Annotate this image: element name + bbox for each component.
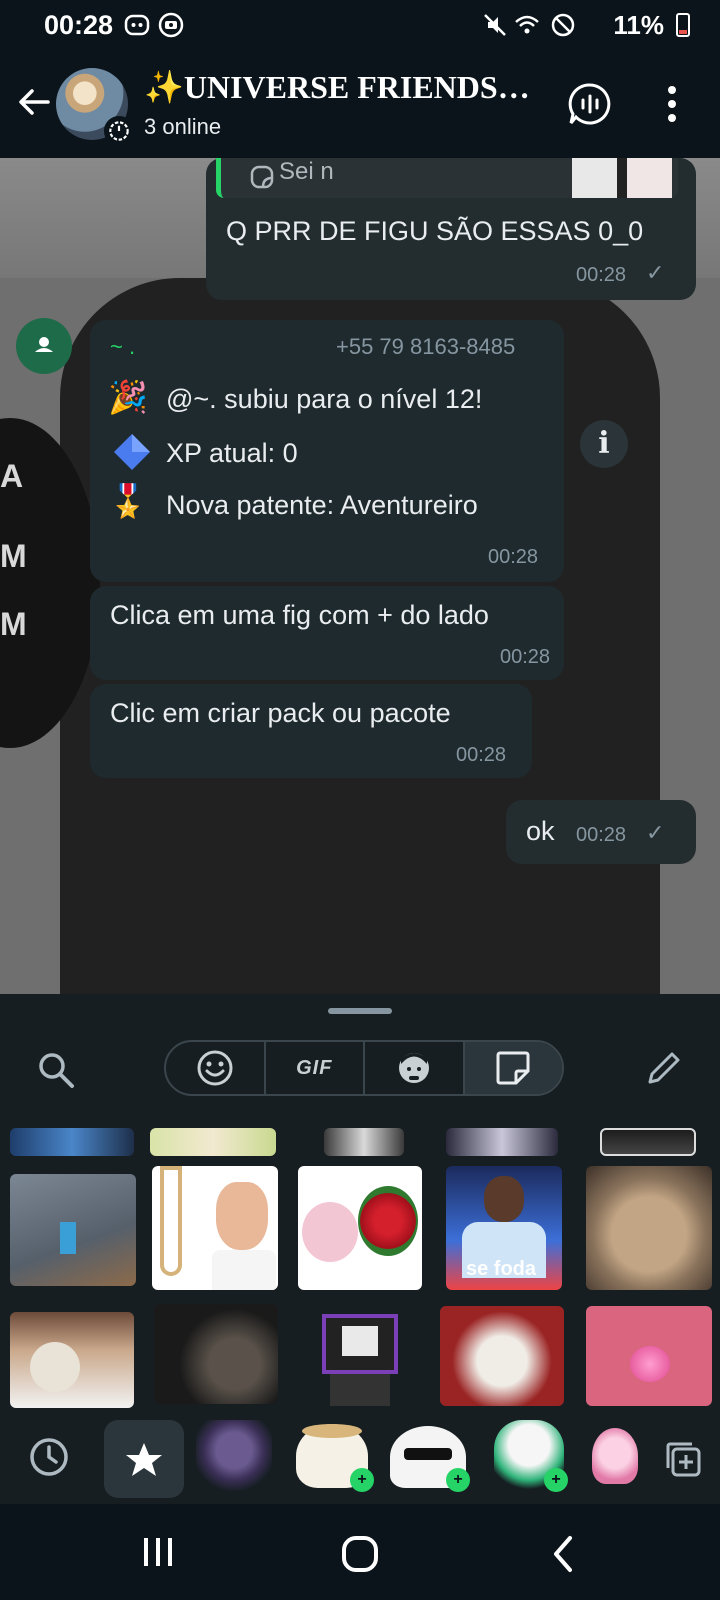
outgoing-message-bubble[interactable]: Sei n Q PRR DE FIGU SÃO ESSAS 0_0 00:28 … [206,158,696,300]
message-time: 00:28 [456,744,507,766]
wifi-icon [515,15,539,34]
discord-notification-icon [124,14,150,36]
battery-icon [676,13,690,37]
incoming-message-bubble[interactable]: Clic em criar pack ou pacote 00:28 [90,684,532,778]
panel-tab-selector: GIF [164,1040,564,1096]
sticker[interactable] [150,1128,276,1156]
incoming-message-bubble[interactable]: ~ . +55 79 8163-8485 🎉 @~. subiu para o … [90,320,564,582]
sender-phone[interactable]: +55 79 8163-8485 [336,334,515,360]
sticker-pack-thumbnail[interactable] [592,1428,638,1484]
outgoing-message-bubble[interactable]: ok 00:28 ✓ [506,800,696,864]
message-text: Clic em criar pack ou pacote [110,698,451,728]
tab-stickers[interactable] [464,1042,562,1094]
add-pack-plus-icon[interactable]: + [350,1468,374,1492]
sticker-quote-icon [250,165,274,189]
home-icon[interactable] [340,1534,380,1574]
sticker[interactable] [440,1306,564,1406]
info-icon[interactable]: i [580,420,628,468]
add-pack-plus-icon[interactable]: + [446,1468,470,1492]
sender-name[interactable]: ~ . [110,334,135,360]
sticker[interactable] [10,1312,134,1408]
add-sticker-pack-icon[interactable] [664,1440,702,1478]
sticker[interactable] [600,1128,696,1156]
message-time: 00:28 [500,646,551,668]
xp-text: XP atual: 0 [166,438,298,468]
message-time: 00:28 [488,546,539,568]
more-options-icon[interactable] [664,82,680,126]
sticker[interactable] [10,1128,134,1156]
group-title[interactable]: ✨UNIVERSE FRIENDS… [144,68,530,106]
recent-clock-icon[interactable] [28,1436,70,1478]
sent-check-icon: ✓ [646,820,665,845]
add-pack-plus-icon[interactable]: + [544,1468,568,1492]
sticker[interactable] [300,1304,420,1414]
sticker[interactable]: se foda [446,1166,562,1290]
quoted-text: Sei n [279,158,334,185]
incoming-message-bubble[interactable]: Clica em uma fig com + do lado 00:28 [90,586,564,680]
rank-text: Nova patente: Aventureiro [166,490,478,520]
sticker[interactable] [10,1174,136,1286]
sticker-icon [496,1051,530,1085]
sticker-pack-tray: + + + [0,1412,720,1504]
panel-drag-handle[interactable] [328,1008,392,1014]
sticker[interactable] [298,1166,422,1290]
system-navigation-bar [0,1504,720,1600]
message-text: ok [526,816,555,846]
sticker[interactable] [154,1304,278,1404]
timer-badge-icon [104,116,134,146]
message-text: Q PRR DE FIGU SÃO ESSAS 0_0 [226,216,644,246]
tab-emoji[interactable] [166,1042,266,1094]
sticker[interactable] [324,1128,404,1156]
chat-header: ✨UNIVERSE FRIENDS… 3 online [0,52,720,158]
default-user-icon [35,337,53,352]
sticker[interactable] [586,1306,712,1406]
battery-percentage: 11% [613,10,664,40]
medal-emoji: 🎖️ [108,483,148,519]
wallpaper-letter: A [0,458,24,494]
gif-label: GIF [296,1056,333,1079]
sender-avatar[interactable] [16,318,72,374]
recent-apps-icon[interactable] [140,1534,176,1570]
tab-avatar[interactable] [365,1042,465,1094]
online-count: 3 online [144,114,222,139]
back-nav-icon[interactable] [548,1534,578,1574]
sticker[interactable] [152,1166,278,1290]
back-arrow-icon[interactable] [14,82,54,122]
tab-gif[interactable]: GIF [266,1042,365,1094]
voice-chat-icon[interactable] [568,82,612,126]
edit-pencil-icon[interactable] [644,1048,684,1088]
emoji-icon [197,1050,233,1086]
wallpaper-letter: M [0,606,27,642]
message-time: 00:28 [576,264,627,286]
wallpaper-letter: M [0,538,27,574]
favorites-tab[interactable] [104,1420,184,1498]
mute-icon [484,14,506,36]
status-time: 00:28 [44,10,114,40]
message-time: 00:28 [576,824,627,846]
do-not-disturb-icon [551,13,575,37]
message-text: Clica em uma fig com + do lado [110,600,489,630]
party-emoji: 🎉 [108,379,148,415]
quoted-sticker-thumbnail [572,158,672,198]
sticker[interactable] [446,1128,558,1156]
quoted-message[interactable]: Sei n [216,158,678,198]
chat-area[interactable]: A M M Sei n Q PRR DE FIGU SÃO ESSAS 0_0 … [0,158,720,994]
status-bar: 00:28 11% [0,0,720,52]
search-icon[interactable] [36,1050,76,1090]
star-icon [126,1443,162,1476]
level-up-text: @~. subiu para o nível 12! [166,384,483,414]
blue-diamond-icon [114,434,150,470]
media-notification-icon [158,12,184,38]
avatar-icon [398,1053,429,1083]
sticker-caption: se foda [466,1258,537,1280]
sticker[interactable] [586,1166,712,1290]
sticker-pack-thumbnail[interactable] [196,1420,272,1496]
sent-check-icon: ✓ [646,260,665,285]
